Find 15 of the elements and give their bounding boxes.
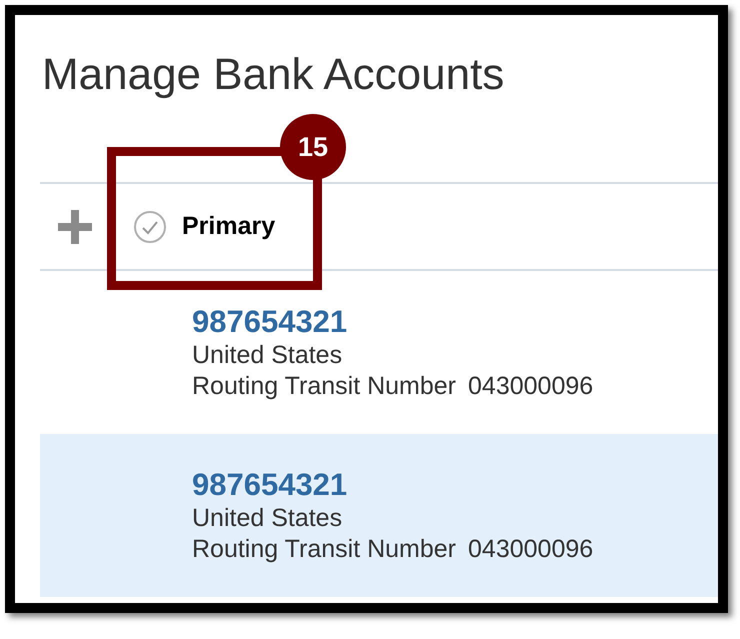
- routing-label: Routing Transit Number: [192, 534, 456, 565]
- account-row[interactable]: 987654321 United States Routing Transit Number 043000096: [40, 434, 718, 597]
- routing-label: Routing Transit Number: [192, 371, 456, 402]
- step-number-badge: 15: [280, 114, 346, 180]
- add-icon[interactable]: [58, 210, 92, 244]
- routing-number: 043000096: [468, 534, 594, 565]
- page-title: Manage Bank Accounts: [42, 49, 504, 101]
- check-circle-icon[interactable]: [133, 210, 167, 244]
- account-number-link[interactable]: 987654321: [192, 467, 348, 503]
- primary-label[interactable]: Primary: [182, 212, 276, 241]
- country-text: United States: [192, 340, 344, 371]
- country-text: United States: [192, 503, 344, 534]
- routing-number: 043000096: [468, 371, 594, 402]
- account-row[interactable]: 987654321 United States Routing Transit Number 043000096: [40, 271, 718, 434]
- account-number-link[interactable]: 987654321: [192, 304, 348, 340]
